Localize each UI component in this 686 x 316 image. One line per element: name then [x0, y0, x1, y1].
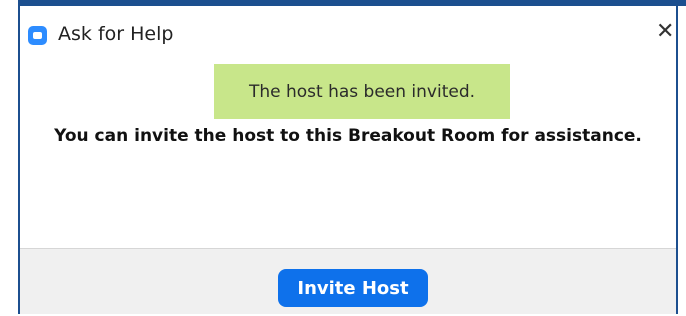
- toast-message: The host has been invited.: [248, 81, 476, 102]
- screen: Ask for Help ✕ The host has been invited…: [0, 0, 686, 316]
- close-icon[interactable]: ✕: [656, 20, 676, 44]
- dialog-footer: Invite Host: [20, 248, 676, 314]
- invite-host-message: You can invite the host to this Breakout…: [54, 126, 642, 146]
- host-invited-toast: The host has been invited.: [214, 64, 510, 119]
- ask-for-help-dialog: Ask for Help ✕ The host has been invited…: [18, 6, 678, 314]
- title-bar: Ask for Help ✕: [20, 6, 676, 54]
- window-title: Ask for Help: [58, 23, 174, 45]
- zoom-app-icon: [28, 26, 47, 45]
- invite-host-button[interactable]: Invite Host: [278, 269, 428, 307]
